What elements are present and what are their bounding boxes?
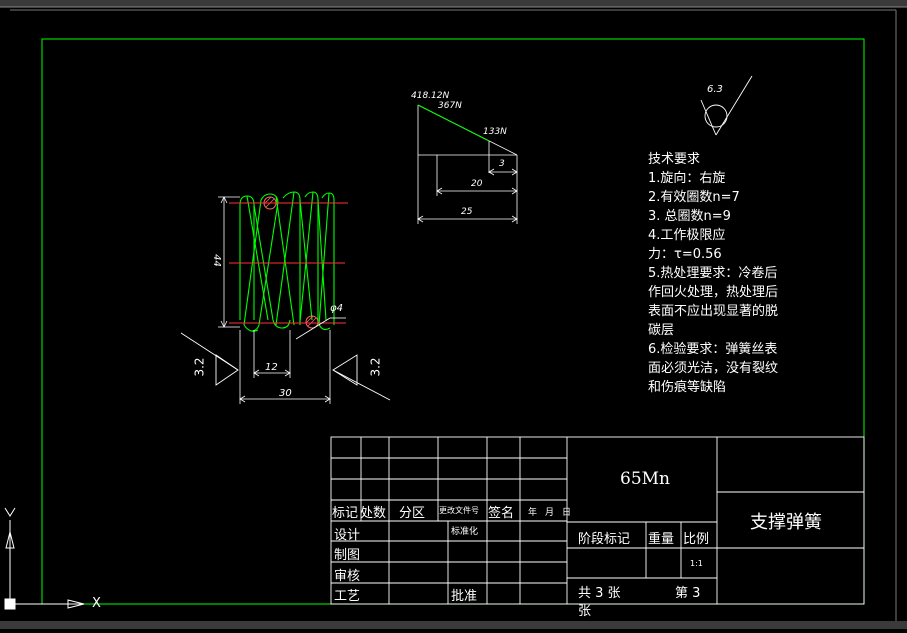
role-design: 设计 bbox=[334, 528, 361, 543]
load-d3-label: 25 bbox=[461, 207, 473, 217]
dim-height-label: 44 bbox=[210, 254, 222, 267]
ucs-icon bbox=[4, 507, 85, 610]
tech-line: 6.检验要求：弹簧丝表 bbox=[648, 342, 778, 357]
flatness-left bbox=[180, 332, 239, 386]
weight-label: 重量 bbox=[648, 532, 675, 547]
flatness-left-label: 3.2 bbox=[192, 357, 207, 377]
role-draw: 制图 bbox=[334, 548, 361, 563]
stage-mark-label: 阶段标记 bbox=[578, 532, 631, 547]
tech-title: 技术要求 bbox=[648, 152, 701, 167]
ucs-x-label: X bbox=[92, 596, 101, 611]
header-year: 年 bbox=[528, 508, 538, 518]
standardize-label: 标准化 bbox=[451, 527, 479, 537]
header-day: 日 bbox=[562, 508, 572, 518]
tech-line: 3. 总圈数n=9 bbox=[648, 209, 731, 224]
load-d2-label: 20 bbox=[471, 179, 483, 189]
header-mark: 标记 bbox=[332, 506, 359, 521]
role-review: 审核 bbox=[334, 569, 361, 584]
tech-line: 5.热处理要求：冷卷后 bbox=[648, 266, 778, 281]
sheet-unit: 张 bbox=[578, 604, 592, 619]
spring-view bbox=[239, 191, 335, 332]
drawing-canvas[interactable]: 44 φ4 12 30 3.2 3.2 418.12N 367N 133N 3 … bbox=[0, 0, 907, 629]
header-count: 处数 bbox=[360, 506, 387, 521]
tech-line: 表面不应出现显著的脱 bbox=[648, 304, 779, 319]
dim-pitch-label: 12 bbox=[265, 362, 278, 373]
tech-requirements: 技术要求 1.旋向：右旋 2.有效圈数n=7 3. 总圈数n=9 4.工作极限应… bbox=[648, 150, 778, 397]
toolbar-strip[interactable] bbox=[0, 0, 907, 7]
dim-outer-label: 30 bbox=[279, 388, 292, 399]
dim-wire-label: φ4 bbox=[330, 303, 343, 314]
scale-label: 比例 bbox=[683, 532, 710, 547]
load-f2-label: 367N bbox=[438, 101, 462, 111]
header-month: 月 bbox=[545, 508, 555, 518]
approve-label: 批准 bbox=[451, 589, 478, 604]
tech-line: 碳层 bbox=[648, 323, 675, 338]
sheet-no: 第 3 bbox=[675, 586, 701, 601]
scale-value: 1:1 bbox=[690, 559, 703, 568]
load-f1-label: 418.12N bbox=[411, 91, 450, 101]
tech-line: 1.旋向：右旋 bbox=[648, 171, 726, 186]
load-d1-label: 3 bbox=[499, 159, 505, 169]
roughness-value: 6.3 bbox=[707, 84, 723, 95]
tech-line: 面必须光洁，没有裂纹 bbox=[648, 361, 779, 376]
load-f3-label: 133N bbox=[483, 127, 507, 137]
tech-line: 和伤痕等缺陷 bbox=[648, 380, 727, 395]
header-sign: 签名 bbox=[488, 506, 515, 521]
part-name: 支撑弹簧 bbox=[750, 512, 822, 533]
header-zone: 分区 bbox=[399, 506, 426, 521]
tech-line: 2.有效圈数n=7 bbox=[648, 190, 740, 205]
tech-line: 作回火处理，热处理后 bbox=[648, 285, 779, 300]
tech-line: 4.工作极限应 bbox=[648, 228, 726, 243]
role-process: 工艺 bbox=[334, 589, 361, 604]
tech-line: 力：τ=0.56 bbox=[648, 247, 722, 262]
header-change-doc: 更改文件号 bbox=[439, 506, 479, 515]
sheets-total: 共 3 张 bbox=[578, 586, 621, 601]
status-strip[interactable] bbox=[0, 621, 907, 629]
material-label: 65Mn bbox=[620, 469, 670, 489]
flatness-right-label: 3.2 bbox=[368, 357, 383, 377]
